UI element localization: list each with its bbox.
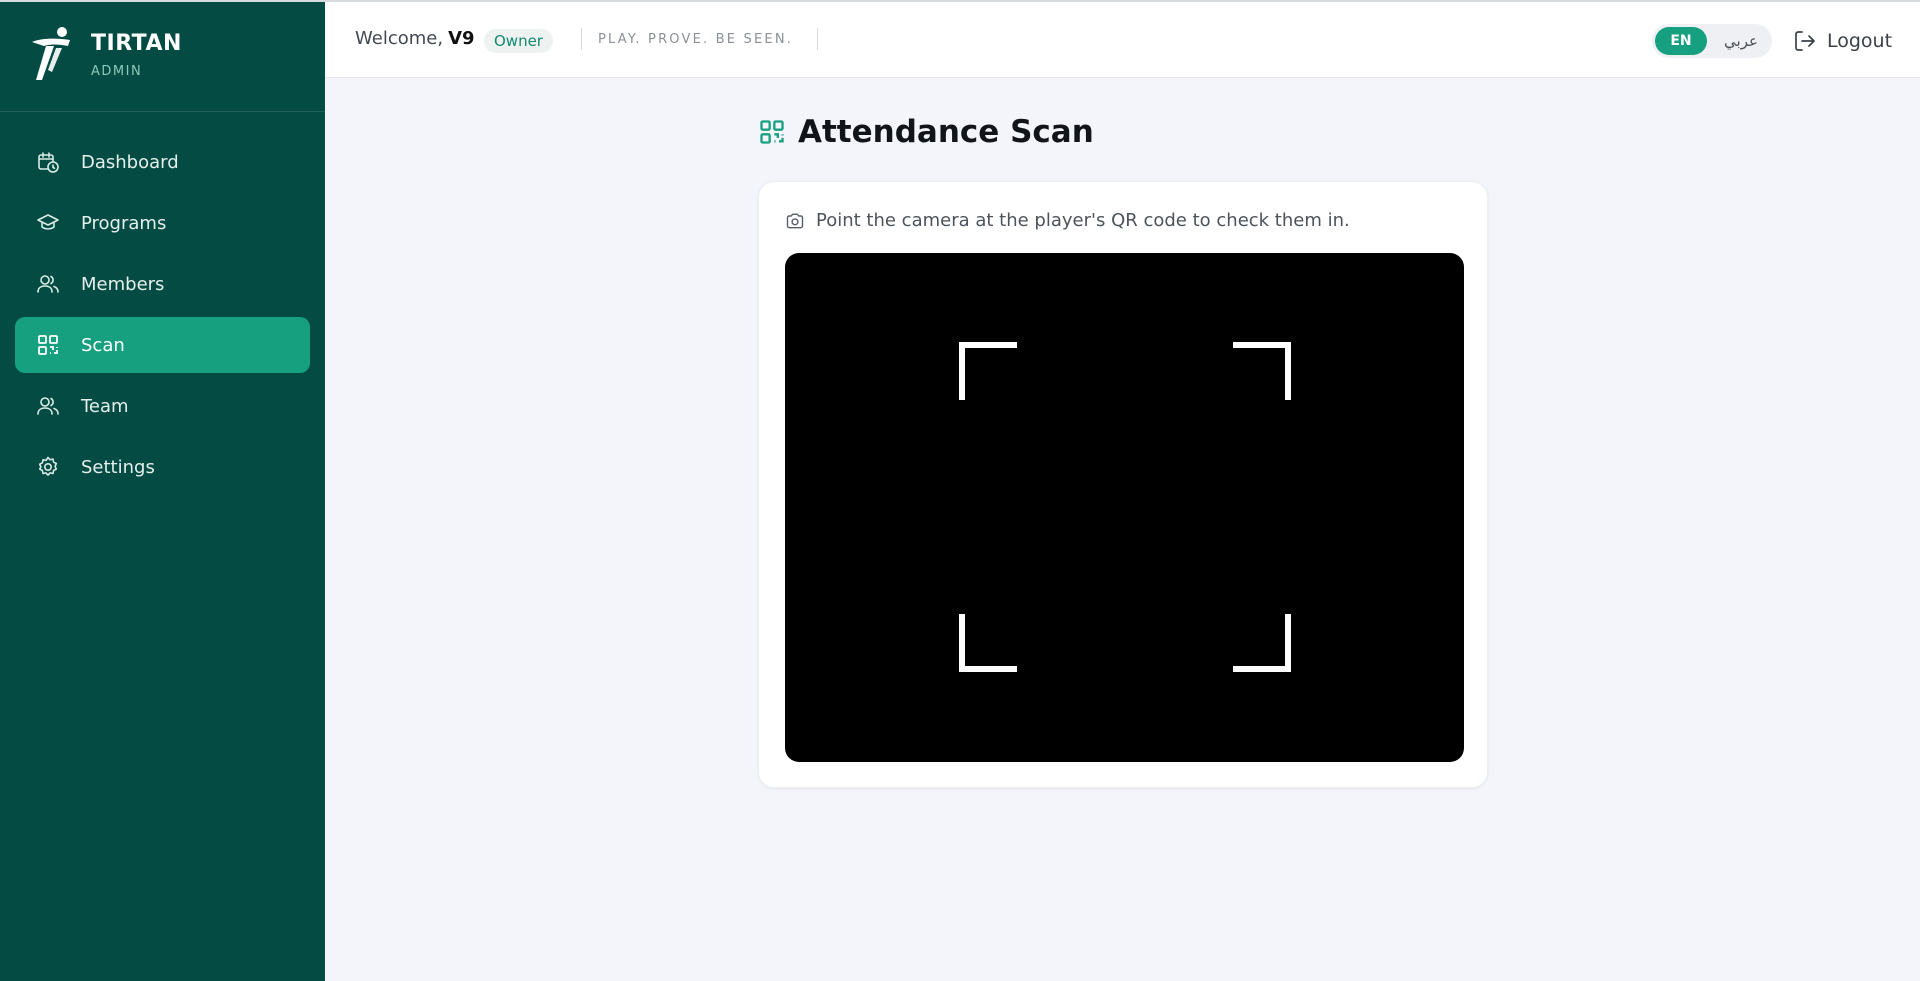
scan-frame-corner-bottom-left: [959, 614, 1017, 672]
sidebar-item-dashboard[interactable]: Dashboard: [15, 134, 310, 190]
scan-card: Point the camera at the player's QR code…: [758, 181, 1488, 788]
camera-icon: [786, 213, 804, 228]
sidebar-item-label: Members: [81, 273, 165, 295]
divider: [581, 28, 582, 50]
scan-frame-corner-top-right: [1233, 342, 1291, 400]
sidebar-item-team[interactable]: Team: [15, 378, 310, 434]
divider: [817, 28, 818, 50]
users-icon: [35, 393, 61, 419]
top-header: Welcome, V9 Owner PLAY. PROVE. BE SEEN. E…: [325, 2, 1920, 78]
lang-en-button[interactable]: EN: [1655, 27, 1707, 55]
sidebar-item-label: Settings: [81, 456, 155, 478]
sidebar-item-label: Dashboard: [81, 151, 179, 173]
tagline: PLAY. PROVE. BE SEEN.: [598, 32, 794, 47]
scan-frame-corner-bottom-right: [1233, 614, 1291, 672]
sidebar-item-programs[interactable]: Programs: [15, 195, 310, 251]
page-title: Attendance Scan: [798, 114, 1094, 150]
gear-icon: [35, 454, 61, 480]
sidebar-item-scan[interactable]: Scan: [15, 317, 310, 373]
logout-button[interactable]: Logout: [1793, 26, 1892, 56]
sidebar-item-label: Programs: [81, 212, 167, 234]
calendar-clock-icon: [35, 149, 61, 175]
lang-ar-button[interactable]: عربي: [1716, 27, 1766, 55]
logout-icon: [1795, 31, 1815, 51]
language-switch: EN عربي: [1652, 24, 1772, 58]
scan-frame-corner-top-left: [959, 342, 1017, 400]
users-icon: [35, 271, 61, 297]
role-badge: Owner: [484, 29, 553, 53]
logout-label: Logout: [1827, 30, 1893, 52]
qr-code-icon: [35, 332, 61, 358]
scan-hint: Point the camera at the player's QR code…: [785, 210, 1350, 231]
scan-hint-text: Point the camera at the player's QR code…: [816, 210, 1350, 231]
brand: TIRTAN ADMIN: [0, 2, 325, 112]
sidebar-nav: Dashboard Programs Members Scan Team Set…: [15, 134, 310, 500]
brand-name: TIRTAN: [91, 31, 182, 56]
sidebar: TIRTAN ADMIN Dashboard Programs Members …: [0, 2, 325, 981]
welcome-text: Welcome, V9: [355, 28, 475, 49]
graduation-cap-icon: [35, 210, 61, 236]
sidebar-item-label: Team: [81, 395, 129, 417]
page-header: Attendance Scan: [758, 112, 1094, 152]
sidebar-item-label: Scan: [81, 334, 125, 356]
qr-code-icon: [760, 120, 784, 144]
welcome-prefix: Welcome,: [355, 28, 444, 49]
tirtan-logo-icon: [32, 27, 70, 80]
sidebar-item-members[interactable]: Members: [15, 256, 310, 312]
camera-viewfinder[interactable]: [785, 253, 1464, 762]
user-name: V9: [448, 28, 475, 49]
sidebar-item-settings[interactable]: Settings: [15, 439, 310, 495]
brand-subtitle: ADMIN: [91, 64, 143, 79]
